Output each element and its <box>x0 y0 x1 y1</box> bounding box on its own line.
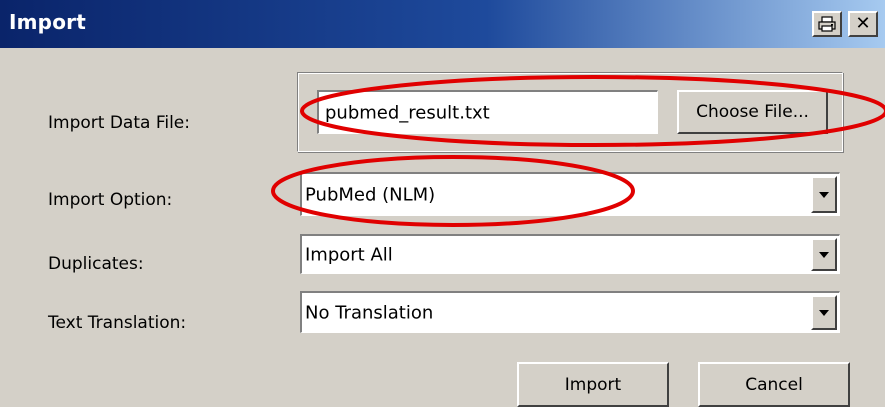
title-bar: Import ✕ <box>0 0 885 48</box>
close-icon: ✕ <box>855 12 871 34</box>
close-button[interactable]: ✕ <box>848 11 878 37</box>
import-data-file-label: Import Data File: <box>48 113 190 133</box>
duplicates-select[interactable]: Import All <box>300 234 840 274</box>
printer-icon <box>818 16 836 32</box>
cancel-button[interactable]: Cancel <box>698 362 850 407</box>
text-translation-select[interactable]: No Translation <box>300 291 840 333</box>
duplicates-label: Duplicates: <box>48 254 144 274</box>
text-translation-dropdown-button[interactable] <box>811 295 837 330</box>
import-option-value: PubMed (NLM) <box>305 184 436 205</box>
text-translation-label: Text Translation: <box>48 313 187 333</box>
duplicates-dropdown-button[interactable] <box>811 238 837 271</box>
import-file-input[interactable]: pubmed_result.txt <box>317 90 658 134</box>
choose-file-button[interactable]: Choose File... <box>677 90 828 134</box>
duplicates-value: Import All <box>305 244 393 265</box>
chevron-down-icon <box>819 309 829 316</box>
chevron-down-icon <box>819 191 829 198</box>
text-translation-value: No Translation <box>305 302 434 323</box>
import-option-label: Import Option: <box>48 190 173 210</box>
import-option-select[interactable]: PubMed (NLM) <box>300 172 840 216</box>
import-option-dropdown-button[interactable] <box>811 176 837 213</box>
import-file-value: pubmed_result.txt <box>325 102 490 123</box>
chevron-down-icon <box>819 251 829 258</box>
import-button[interactable]: Import <box>517 362 669 407</box>
print-button[interactable] <box>812 11 842 37</box>
import-dialog: Import ✕ Import Data File: pubmed_result… <box>0 0 885 407</box>
window-title: Import <box>9 10 86 34</box>
